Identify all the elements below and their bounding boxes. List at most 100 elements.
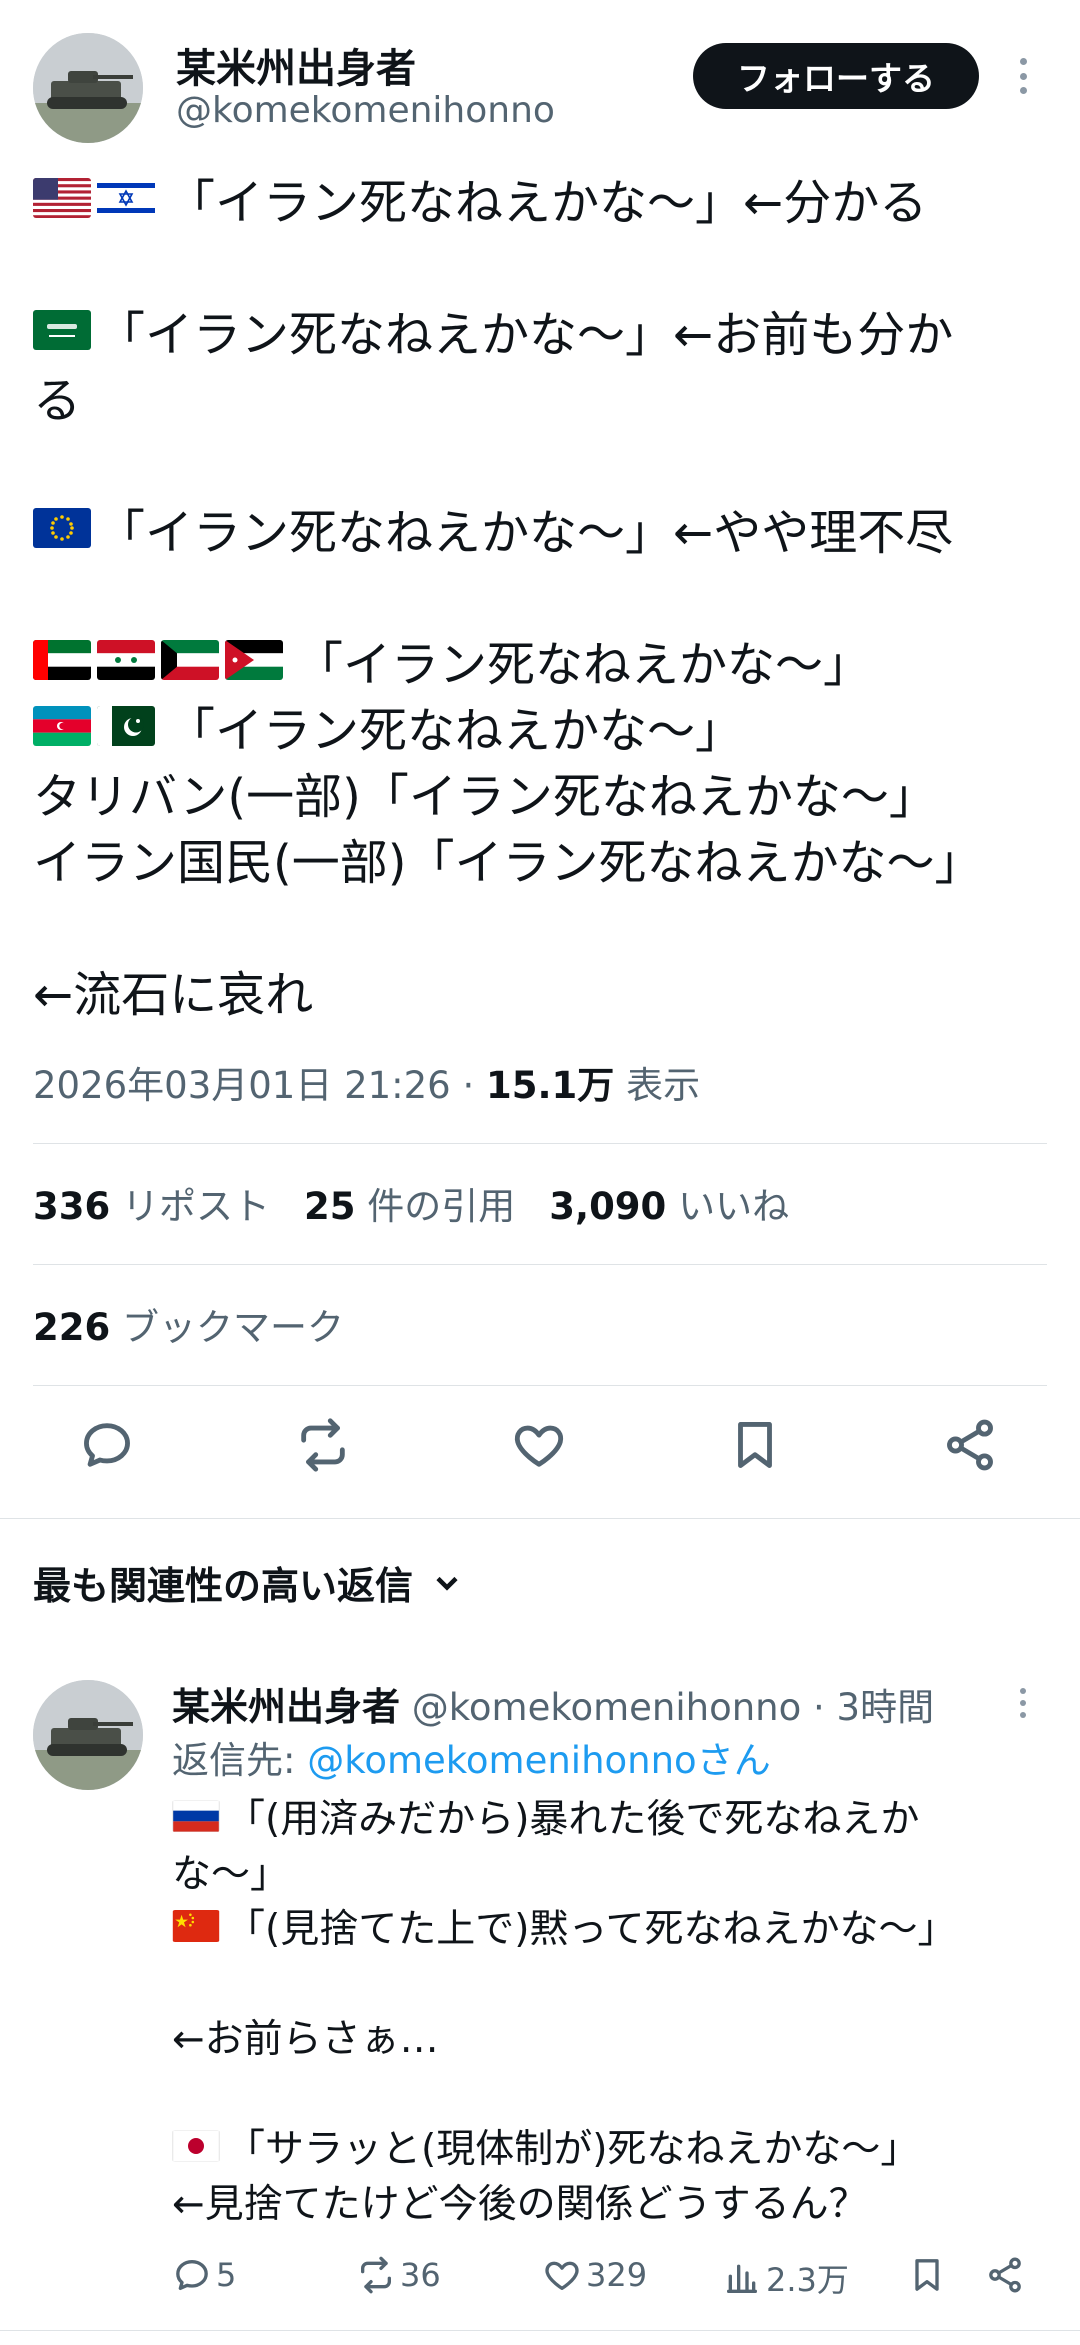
repost-count: 36 xyxy=(400,2256,441,2294)
reply-count: 5 xyxy=(216,2256,237,2294)
eu-flag-icon xyxy=(33,508,91,548)
pakistan-flag-icon xyxy=(97,706,155,746)
post-line: 「イラン死なねえかな〜」←やや理不尽 xyxy=(33,495,1048,561)
reply-item[interactable]: 某米州出身者 @komekomenihonno · 3時間 返信先: @kome… xyxy=(0,1660,1080,2330)
speech-bubble-icon xyxy=(84,1423,130,1467)
reply-to: 返信先: @komekomenihonnoさん xyxy=(172,1730,771,1784)
reply-views-button[interactable]: 2.3万 xyxy=(722,2255,849,2301)
meta-separator: · xyxy=(450,1064,487,1107)
post-line: 「イラン死なねえかな〜」←分かる xyxy=(33,165,1048,231)
post-line: 「イラン死なねえかな〜」←お前も分か xyxy=(33,297,1048,363)
reply-line: ←お前らさぁ… xyxy=(172,2008,1002,2063)
bookmark-stat[interactable]: 226 ブックマーク xyxy=(33,1297,344,1351)
reply-line: 「サラッと(現体制が)死なねえかな〜」 xyxy=(172,2118,1002,2173)
reply-action-bar: 5 36 329 2.3万 xyxy=(0,2255,1080,2305)
reply-line: ←見捨てたけど今後の関係どうするん？ xyxy=(172,2173,1002,2228)
reply-to-link[interactable]: @komekomenihonnoさん xyxy=(307,1739,770,1782)
saudi-flag-icon xyxy=(33,310,91,350)
heart-icon xyxy=(514,1425,564,1467)
action-bar xyxy=(0,1410,1080,1490)
view-label: 表示 xyxy=(614,1064,701,1107)
divider xyxy=(33,1385,1047,1386)
avatar[interactable] xyxy=(33,33,143,143)
post-text: 「イラン死なねえかな〜」 xyxy=(295,637,872,693)
reply-text: 「サラッと(現体制が)死なねえかな〜」 xyxy=(226,2126,920,2172)
uae-flag-icon xyxy=(33,640,91,680)
reply-header: 某米州出身者 @komekomenihonno · 3時間 xyxy=(172,1676,934,1731)
quote-stat[interactable]: 25 件の引用 xyxy=(304,1176,515,1230)
post-line: る xyxy=(33,363,1048,429)
share-icon xyxy=(989,2257,1021,2293)
repost-button[interactable] xyxy=(288,1410,358,1480)
reply-line: 「(用済みだから)暴れた後で死なねえか xyxy=(172,1788,1002,1843)
section-divider xyxy=(0,2330,1080,2331)
post-meta: 2026年03月01日 21:26 · 15.1万 表示 xyxy=(33,1055,700,1109)
bookmark-button[interactable] xyxy=(720,1410,790,1480)
reply-sort-label: 最も関連性の高い返信 xyxy=(33,1564,414,1608)
reply-line: な〜」 xyxy=(172,1843,1002,1898)
reply-button[interactable] xyxy=(72,1410,142,1480)
post-line: 「イラン死なねえかな〜」 xyxy=(33,627,1048,693)
post-text: ←流石に哀れ xyxy=(33,967,314,1023)
share-button[interactable] xyxy=(935,1410,1005,1480)
post-body: 「イラン死なねえかな〜」←分かる 「イラン死なねえかな〜」←お前も分か る 「イ… xyxy=(33,165,1048,1023)
reply-text: な〜」 xyxy=(172,1851,290,1897)
jordan-flag-icon xyxy=(225,640,283,680)
azerbaijan-flag-icon xyxy=(33,706,91,746)
post-text: 「イラン死なねえかな〜」←分かる xyxy=(167,175,928,231)
follow-button[interactable]: フォローする xyxy=(693,43,979,109)
divider xyxy=(33,1143,1047,1144)
japan-flag-icon xyxy=(172,2129,220,2162)
chevron-down-icon xyxy=(436,1576,458,1591)
reply-author-name[interactable]: 某米州出身者 xyxy=(172,1685,400,1729)
us-flag-icon xyxy=(33,178,91,218)
avatar[interactable] xyxy=(33,1680,143,1790)
reply-time[interactable]: · 3時間 xyxy=(801,1686,934,1729)
repost-arrows-icon xyxy=(301,1418,345,1472)
section-divider xyxy=(0,1518,1080,1519)
like-count: 329 xyxy=(586,2256,648,2294)
speech-bubble-icon xyxy=(176,2260,208,2290)
bar-chart-icon xyxy=(727,2264,757,2293)
author-name[interactable]: 某米州出身者 xyxy=(176,36,416,94)
repost-stat[interactable]: 336 リポスト xyxy=(33,1176,270,1230)
post-text: る xyxy=(33,373,82,429)
more-options-icon[interactable] xyxy=(1013,1688,1033,1718)
more-options-icon[interactable] xyxy=(1013,58,1033,94)
post-line: ←流石に哀れ xyxy=(33,957,1048,1023)
reply-sort-dropdown[interactable]: 最も関連性の高い返信 xyxy=(33,1555,465,1610)
post-text: 「イラン死なねえかな〜」 xyxy=(167,703,744,759)
repost-arrows-icon xyxy=(361,2256,391,2294)
russia-flag-icon xyxy=(172,1799,220,1832)
reply-body: 「(用済みだから)暴れた後で死なねえか な〜」 「(見捨てた上で)黙って死なねえ… xyxy=(172,1788,1002,2228)
reply-repost-button[interactable]: 36 xyxy=(356,2255,441,2295)
reply-share-button[interactable] xyxy=(985,2255,1029,2295)
post-text: 「イラン死なねえかな〜」←お前も分か xyxy=(97,307,954,363)
post-text: タリバン(一部)「イラン死なねえかな〜」 xyxy=(33,769,937,825)
reply-line: 「(見捨てた上で)黙って死なねえかな〜」 xyxy=(172,1898,1002,1953)
reply-bookmark-button[interactable] xyxy=(907,2255,951,2295)
post-header: 某米州出身者 @komekomenihonno フォローする xyxy=(0,0,1080,160)
bookmark-icon xyxy=(738,1422,772,1468)
reply-text: 「(用済みだから)暴れた後で死なねえか xyxy=(226,1796,920,1842)
heart-icon xyxy=(545,2261,579,2290)
post-line: 「イラン死なねえかな〜」 xyxy=(33,693,1048,759)
post-text: イラン国民(一部)「イラン死なねえかな〜」 xyxy=(33,835,983,891)
post-timestamp[interactable]: 2026年03月01日 21:26 xyxy=(33,1064,451,1107)
view-count: 2.3万 xyxy=(766,2261,849,2299)
kuwait-flag-icon xyxy=(161,640,219,680)
like-stat[interactable]: 3,090 いいね xyxy=(549,1176,789,1230)
bookmark-icon xyxy=(915,2259,939,2291)
post-line: イラン国民(一部)「イラン死なねえかな〜」 xyxy=(33,825,1048,891)
divider xyxy=(33,1264,1047,1265)
syria-flag-icon xyxy=(97,640,155,680)
reply-reply-button[interactable]: 5 xyxy=(172,2255,236,2295)
author-handle[interactable]: @komekomenihonno xyxy=(176,90,555,131)
like-button[interactable] xyxy=(504,1410,574,1480)
post-text: 「イラン死なねえかな〜」←やや理不尽 xyxy=(97,505,954,561)
reply-author-handle[interactable]: @komekomenihonno xyxy=(412,1686,801,1729)
reply-to-prefix: 返信先: xyxy=(172,1739,308,1782)
reply-text: ←お前らさぁ… xyxy=(172,2016,439,2062)
view-count: 15.1万 xyxy=(486,1064,615,1107)
reply-like-button[interactable]: 329 xyxy=(542,2255,647,2295)
